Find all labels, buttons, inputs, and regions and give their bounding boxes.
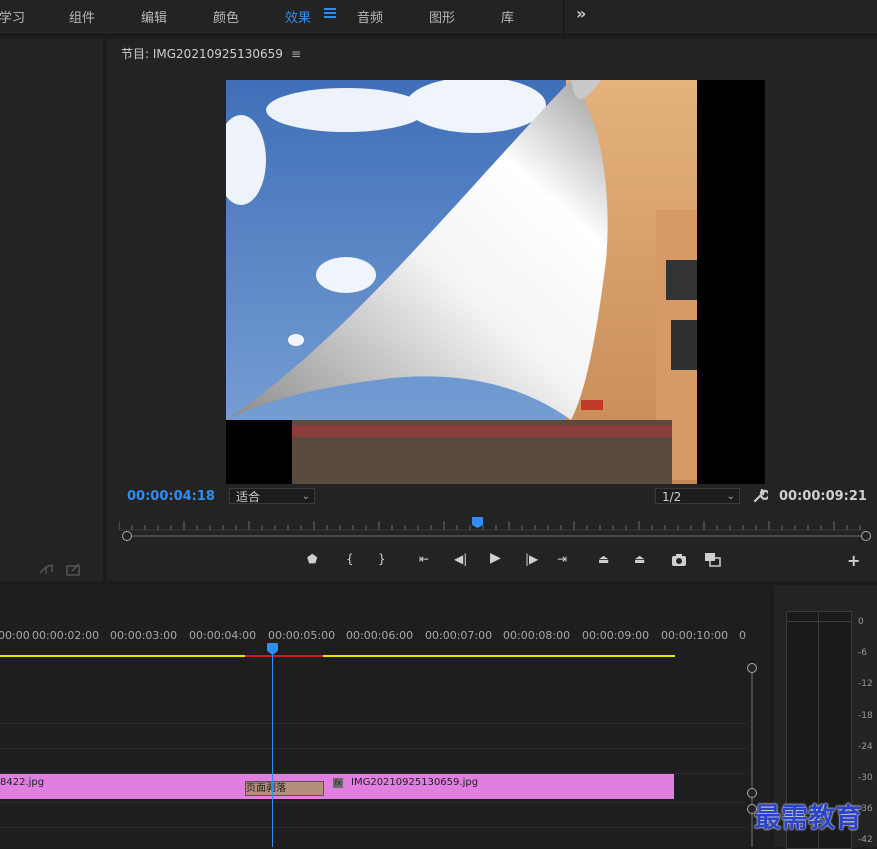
divider: [563, 0, 564, 34]
zoom-fit-value: 适合: [236, 490, 261, 504]
timeline-panel: 00:00 00:00:02:00 00:00:03:00 00:00:04:0…: [0, 585, 770, 847]
track-divider: [0, 827, 746, 828]
go-to-in-icon[interactable]: ⇤: [419, 552, 429, 566]
video-frame: [226, 80, 765, 484]
time-tick: 00:00:03:00: [110, 629, 178, 642]
export-frame-icon[interactable]: [66, 563, 82, 577]
program-title-text: 节目: IMG20210925130659: [121, 47, 283, 61]
add-button-icon[interactable]: +: [847, 551, 860, 570]
extract-icon[interactable]: ⏏: [634, 552, 645, 566]
wrench-icon[interactable]: [752, 488, 768, 504]
timecode-ruler[interactable]: [119, 516, 865, 531]
db-label: -24: [858, 742, 873, 752]
current-timecode[interactable]: 00:00:04:18: [127, 489, 215, 504]
db-label: -30: [858, 773, 873, 783]
transition-label: 页面剥落: [246, 783, 286, 794]
db-label: -18: [858, 711, 873, 721]
track-divider: [0, 723, 746, 724]
workspace-tab-graphics[interactable]: 图形: [429, 7, 455, 26]
time-tick: 00:00:02:00: [32, 629, 100, 642]
fx-badge-icon: fx: [333, 778, 343, 788]
page-peel-frame-image: [226, 80, 765, 484]
workspace-tab-effects[interactable]: 效果: [285, 7, 311, 26]
workspace-bar: 学习 组件 编辑 颜色 效果 音频 图形 库 »: [0, 0, 877, 35]
time-tick: 0: [739, 629, 746, 642]
work-area-bar[interactable]: [0, 655, 675, 657]
render-bar: [245, 655, 323, 657]
step-back-icon[interactable]: ◀|: [454, 552, 467, 566]
program-monitor-title[interactable]: 节目: IMG20210925130659 ≡: [121, 45, 301, 62]
add-marker-icon[interactable]: ⬟: [307, 552, 317, 566]
time-tick: 00:00:04:00: [189, 629, 257, 642]
timeline-playhead-line: [272, 655, 273, 847]
workspace-tab-color[interactable]: 颜色: [213, 7, 239, 26]
time-tick: 00:00:10:00: [661, 629, 729, 642]
mark-in-icon[interactable]: {: [346, 552, 354, 566]
time-tick: 00:00: [0, 629, 30, 642]
playhead-marker[interactable]: [471, 516, 485, 528]
track-divider: [0, 748, 746, 749]
comparison-view-icon[interactable]: [704, 552, 722, 568]
time-tick: 00:00:09:00: [582, 629, 650, 642]
program-monitor: 节目: IMG20210925130659 ≡ 00:00:04:18 适合 ⌄…: [107, 39, 877, 581]
time-tick: 00:00:06:00: [346, 629, 414, 642]
camera-icon[interactable]: [671, 553, 687, 567]
step-forward-icon[interactable]: |▶: [525, 552, 538, 566]
db-label: -12: [858, 679, 873, 689]
play-icon[interactable]: ▶: [490, 550, 501, 566]
watermark-logo: 最需教育: [754, 803, 862, 834]
go-to-out-icon[interactable]: ⇥: [557, 552, 567, 566]
double-chevron-right-icon[interactable]: »: [576, 4, 586, 23]
chevron-down-icon: ⌄: [726, 491, 735, 502]
chevron-down-icon: ⌄: [301, 491, 310, 502]
resolution-dropdown[interactable]: 1/2 ⌄: [655, 488, 740, 504]
workspace-tab-assembly[interactable]: 组件: [69, 7, 95, 26]
page-peel-transition[interactable]: 页面剥落: [245, 781, 324, 796]
workspace-tab-audio[interactable]: 音频: [357, 7, 383, 26]
clip-left-label: 8422.jpg: [0, 777, 45, 788]
zoom-fit-dropdown[interactable]: 适合 ⌄: [229, 488, 315, 504]
mark-out-icon[interactable]: }: [378, 552, 386, 566]
db-label: 0: [858, 617, 864, 627]
track-divider: [0, 802, 746, 803]
workspace-tab-editing[interactable]: 编辑: [141, 7, 167, 26]
panel-menu-icon[interactable]: ≡: [291, 47, 301, 61]
zoom-scrollbar[interactable]: [125, 535, 865, 537]
audio-drag-icon[interactable]: [38, 563, 56, 577]
timeline-playhead-handle[interactable]: [266, 643, 280, 656]
time-tick: 00:00:08:00: [503, 629, 571, 642]
db-label: -42: [858, 835, 873, 845]
lift-icon[interactable]: ⏏: [598, 552, 609, 566]
scrollbar-right-handle[interactable]: [861, 531, 871, 541]
db-label: -6: [858, 648, 867, 658]
time-tick: 00:00:05:00: [268, 629, 336, 642]
workspace-tab-learning[interactable]: 学习: [0, 7, 25, 26]
clip-right-label: IMG20210925130659.jpg: [351, 777, 479, 788]
scrollbar-left-handle[interactable]: [122, 531, 132, 541]
vertical-scroll-top-handle[interactable]: [747, 663, 757, 673]
workspace-menu-icon[interactable]: [324, 8, 336, 20]
timeline-vertical-scrollbar[interactable]: [751, 671, 753, 847]
duration-timecode: 00:00:09:21: [779, 489, 867, 504]
time-tick: 00:00:07:00: [425, 629, 493, 642]
resolution-value: 1/2: [662, 490, 682, 504]
workspace-tab-libraries[interactable]: 库: [501, 7, 514, 26]
source-panel: [0, 39, 103, 581]
